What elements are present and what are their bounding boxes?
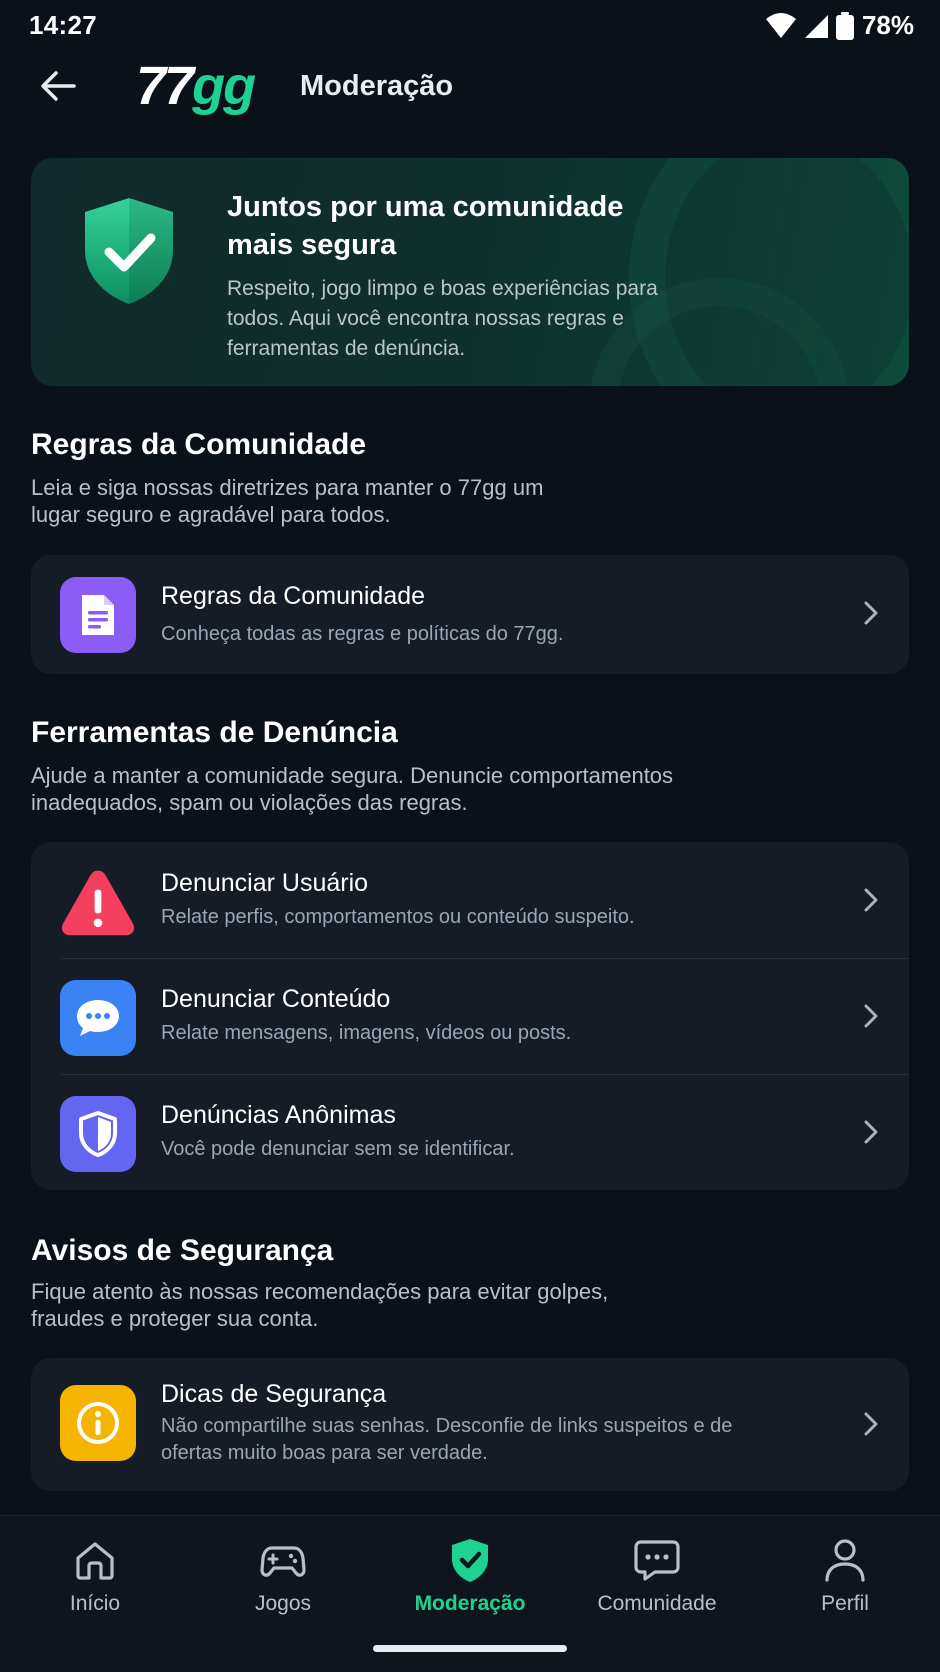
home-indicator[interactable] (373, 1645, 567, 1652)
info-icon (60, 1385, 136, 1461)
nav-item-community[interactable]: Comunidade (577, 1536, 737, 1616)
rules-card: Regras da Comunidade Conheça todas as re… (31, 555, 909, 674)
status-icons: 78% (765, 10, 914, 41)
safety-card: Dicas de Segurança Não compartilhe suas … (31, 1358, 909, 1491)
nav-label: Perfil (821, 1592, 869, 1615)
list-item-anonymous-reports[interactable]: Denúncias Anônimas Você pode denunciar s… (31, 1074, 909, 1190)
nav-label: Jogos (254, 1592, 312, 1615)
shield-check-icon (452, 1539, 488, 1582)
user-icon (825, 1539, 865, 1582)
chat-bubble-icon (60, 980, 136, 1056)
battery-icon (835, 11, 854, 40)
hero-title: Juntos por uma comunidade mais segura (227, 191, 624, 261)
app-bar: 77gg Moderação (0, 56, 940, 116)
nav-item-games[interactable]: Jogos (203, 1536, 363, 1616)
logo-part-2: gg (192, 56, 256, 116)
reporting-card: Denunciar Usuário Relate perfis, comport… (31, 842, 909, 1190)
section-desc-safety: Fique atento às nossas recomendações par… (31, 1279, 609, 1331)
shield-icon (60, 1096, 136, 1172)
nav-item-profile[interactable]: Perfil (765, 1536, 925, 1616)
list-item-title: Denunciar Usuário (161, 869, 369, 897)
section-desc-rules: Leia e siga nossas diretrizes para mante… (31, 475, 544, 527)
chevron-right-icon (864, 1004, 878, 1028)
nav-label: Início (69, 1592, 121, 1615)
list-item-subtitle: Você pode denunciar sem se identificar. (161, 1138, 515, 1160)
list-item-title: Denunciar Conteúdo (161, 985, 391, 1013)
section-desc-reporting: Ajude a manter a comunidade segura. Denu… (31, 763, 674, 815)
list-item-subtitle: Conheça todas as regras e políticas do 7… (161, 623, 564, 645)
list-item-subtitle: Relate mensagens, imagens, vídeos ou pos… (161, 1022, 572, 1044)
home-icon (76, 1542, 114, 1580)
nav-item-moderation[interactable]: Moderação (390, 1536, 550, 1616)
cell-signal-icon (804, 14, 828, 38)
chevron-right-icon (864, 601, 878, 625)
nav-item-home[interactable]: Início (15, 1536, 175, 1616)
list-item-title: Dicas de Segurança (161, 1380, 387, 1408)
app-logo[interactable]: 77gg (136, 56, 256, 116)
hero-text: Respeito, jogo limpo e boas experiências… (227, 277, 658, 360)
list-item-subtitle: Relate perfis, comportamentos ou conteúd… (161, 906, 635, 928)
battery-percent: 78% (861, 10, 914, 40)
moderation-screen: 14:27 78% 77gg Moderação Juntos por uma … (0, 0, 940, 1672)
status-bar: 14:27 78% (0, 0, 940, 52)
list-item-title: Regras da Comunidade (161, 582, 426, 610)
hero-banner: Juntos por uma comunidade mais segura Re… (31, 158, 909, 386)
chevron-right-icon (864, 1412, 878, 1436)
shield-check-icon (85, 198, 173, 304)
nav-label: Comunidade (597, 1592, 717, 1615)
chevron-right-icon (864, 1120, 878, 1144)
warning-icon (60, 864, 136, 940)
back-button[interactable] (36, 64, 80, 108)
logo-part-1: 77 (136, 56, 194, 116)
nav-label: Moderação (414, 1592, 526, 1615)
section-title-safety: Avisos de Segurança (31, 1234, 334, 1267)
page-title: Moderação (300, 70, 454, 102)
list-item-title: Denúncias Anônimas (161, 1101, 396, 1129)
document-icon (60, 577, 136, 653)
section-title-rules: Regras da Comunidade (31, 428, 367, 461)
gamepad-icon (260, 1546, 306, 1577)
list-item-safety-tips[interactable]: Dicas de Segurança Não compartilhe suas … (31, 1358, 909, 1491)
status-time: 14:27 (29, 10, 97, 40)
arrow-left-icon (41, 71, 76, 101)
list-item-report-content[interactable]: Denunciar Conteúdo Relate mensagens, ima… (31, 958, 909, 1074)
chat-icon (634, 1540, 680, 1581)
wifi-icon (765, 12, 796, 38)
list-item-community-rules[interactable]: Regras da Comunidade Conheça todas as re… (31, 555, 909, 671)
list-item-report-user[interactable]: Denunciar Usuário Relate perfis, comport… (31, 842, 909, 958)
list-item-subtitle: Não compartilhe suas senhas. Desconfie d… (161, 1415, 733, 1464)
chevron-right-icon (864, 888, 878, 912)
section-title-reporting: Ferramentas de Denúncia (31, 716, 398, 749)
